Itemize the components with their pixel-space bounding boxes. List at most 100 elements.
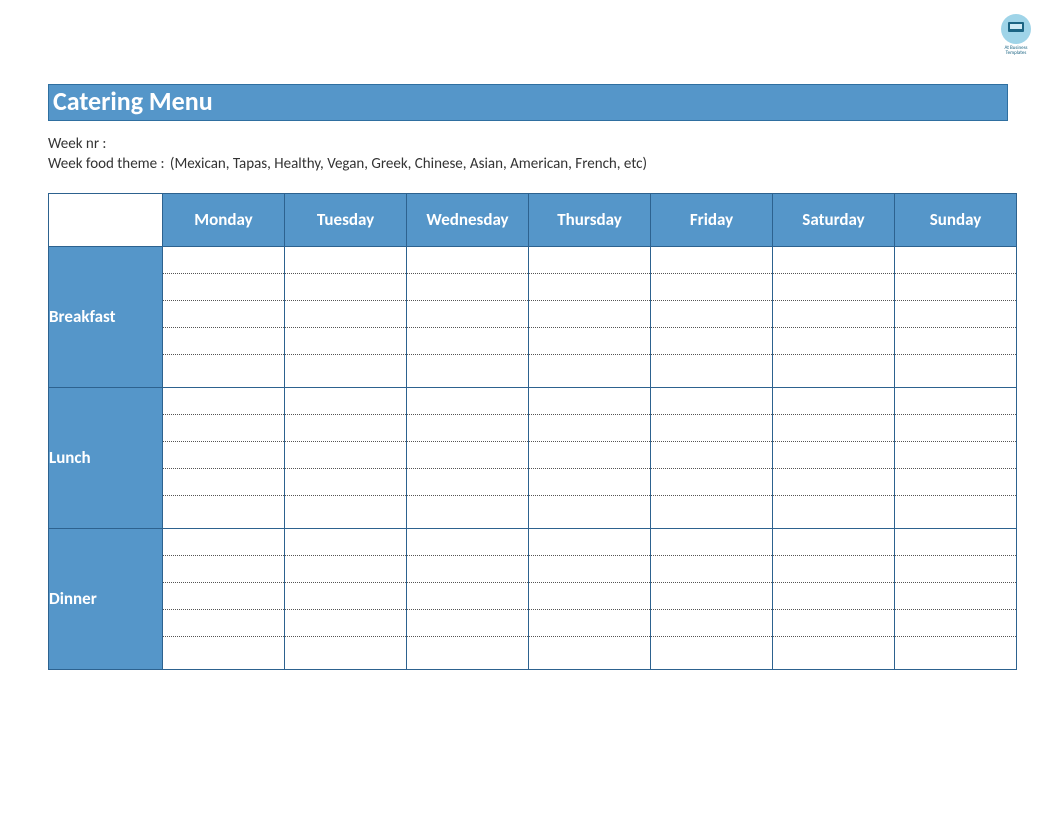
menu-slot[interactable] <box>285 637 406 664</box>
menu-slot[interactable] <box>163 556 284 583</box>
menu-slot[interactable] <box>285 247 406 274</box>
menu-slot[interactable] <box>529 496 650 523</box>
menu-slot[interactable] <box>773 556 894 583</box>
menu-slot[interactable] <box>163 328 284 355</box>
menu-cell[interactable] <box>163 387 285 528</box>
menu-slot[interactable] <box>895 301 1016 328</box>
menu-slot[interactable] <box>651 415 772 442</box>
menu-slot[interactable] <box>407 469 528 496</box>
menu-slot[interactable] <box>651 274 772 301</box>
menu-cell[interactable] <box>407 528 529 669</box>
menu-cell[interactable] <box>895 387 1017 528</box>
menu-slot[interactable] <box>163 529 284 556</box>
menu-slot[interactable] <box>529 529 650 556</box>
menu-slot[interactable] <box>407 583 528 610</box>
menu-slot[interactable] <box>529 355 650 382</box>
menu-slot[interactable] <box>895 529 1016 556</box>
week-theme-value[interactable]: (Mexican, Tapas, Healthy, Vegan, Greek, … <box>170 155 647 173</box>
menu-slot[interactable] <box>895 556 1016 583</box>
menu-slot[interactable] <box>163 355 284 382</box>
menu-cell[interactable] <box>163 528 285 669</box>
menu-cell[interactable] <box>651 246 773 387</box>
menu-slot[interactable] <box>651 556 772 583</box>
menu-slot[interactable] <box>529 583 650 610</box>
menu-slot[interactable] <box>285 415 406 442</box>
menu-slot[interactable] <box>407 496 528 523</box>
menu-slot[interactable] <box>895 328 1016 355</box>
menu-cell[interactable] <box>163 246 285 387</box>
menu-slot[interactable] <box>285 388 406 415</box>
menu-slot[interactable] <box>895 583 1016 610</box>
menu-slot[interactable] <box>407 301 528 328</box>
menu-slot[interactable] <box>773 610 894 637</box>
menu-slot[interactable] <box>895 442 1016 469</box>
menu-slot[interactable] <box>285 496 406 523</box>
menu-cell[interactable] <box>285 528 407 669</box>
menu-slot[interactable] <box>773 529 894 556</box>
menu-slot[interactable] <box>163 247 284 274</box>
menu-slot[interactable] <box>407 529 528 556</box>
menu-slot[interactable] <box>529 388 650 415</box>
menu-slot[interactable] <box>651 529 772 556</box>
menu-slot[interactable] <box>285 529 406 556</box>
menu-slot[interactable] <box>651 301 772 328</box>
menu-slot[interactable] <box>651 583 772 610</box>
menu-slot[interactable] <box>895 415 1016 442</box>
menu-slot[interactable] <box>407 388 528 415</box>
menu-slot[interactable] <box>773 328 894 355</box>
menu-slot[interactable] <box>407 637 528 664</box>
menu-slot[interactable] <box>163 496 284 523</box>
menu-cell[interactable] <box>773 528 895 669</box>
menu-slot[interactable] <box>285 556 406 583</box>
menu-slot[interactable] <box>895 637 1016 664</box>
menu-slot[interactable] <box>773 274 894 301</box>
menu-slot[interactable] <box>895 388 1016 415</box>
menu-slot[interactable] <box>407 274 528 301</box>
menu-slot[interactable] <box>163 583 284 610</box>
menu-slot[interactable] <box>651 388 772 415</box>
menu-slot[interactable] <box>895 247 1016 274</box>
menu-slot[interactable] <box>529 301 650 328</box>
menu-slot[interactable] <box>407 328 528 355</box>
menu-slot[interactable] <box>163 415 284 442</box>
menu-cell[interactable] <box>529 528 651 669</box>
menu-slot[interactable] <box>651 496 772 523</box>
menu-slot[interactable] <box>895 355 1016 382</box>
menu-slot[interactable] <box>773 415 894 442</box>
menu-cell[interactable] <box>285 387 407 528</box>
menu-slot[interactable] <box>285 328 406 355</box>
menu-slot[interactable] <box>163 442 284 469</box>
menu-slot[interactable] <box>285 610 406 637</box>
menu-slot[interactable] <box>895 469 1016 496</box>
menu-slot[interactable] <box>285 355 406 382</box>
menu-slot[interactable] <box>895 496 1016 523</box>
menu-cell[interactable] <box>529 246 651 387</box>
menu-slot[interactable] <box>285 274 406 301</box>
menu-cell[interactable] <box>773 387 895 528</box>
menu-slot[interactable] <box>895 610 1016 637</box>
menu-slot[interactable] <box>163 301 284 328</box>
menu-slot[interactable] <box>529 415 650 442</box>
menu-slot[interactable] <box>163 469 284 496</box>
menu-slot[interactable] <box>773 637 894 664</box>
menu-cell[interactable] <box>895 246 1017 387</box>
menu-slot[interactable] <box>651 328 772 355</box>
menu-slot[interactable] <box>407 556 528 583</box>
menu-slot[interactable] <box>407 355 528 382</box>
menu-cell[interactable] <box>285 246 407 387</box>
menu-slot[interactable] <box>773 469 894 496</box>
menu-cell[interactable] <box>651 387 773 528</box>
menu-slot[interactable] <box>529 328 650 355</box>
menu-slot[interactable] <box>529 442 650 469</box>
menu-slot[interactable] <box>529 469 650 496</box>
menu-slot[interactable] <box>773 583 894 610</box>
menu-slot[interactable] <box>773 496 894 523</box>
menu-slot[interactable] <box>529 274 650 301</box>
menu-slot[interactable] <box>773 388 894 415</box>
menu-slot[interactable] <box>651 637 772 664</box>
menu-cell[interactable] <box>529 387 651 528</box>
menu-slot[interactable] <box>773 247 894 274</box>
menu-cell[interactable] <box>407 387 529 528</box>
menu-cell[interactable] <box>773 246 895 387</box>
menu-cell[interactable] <box>407 246 529 387</box>
